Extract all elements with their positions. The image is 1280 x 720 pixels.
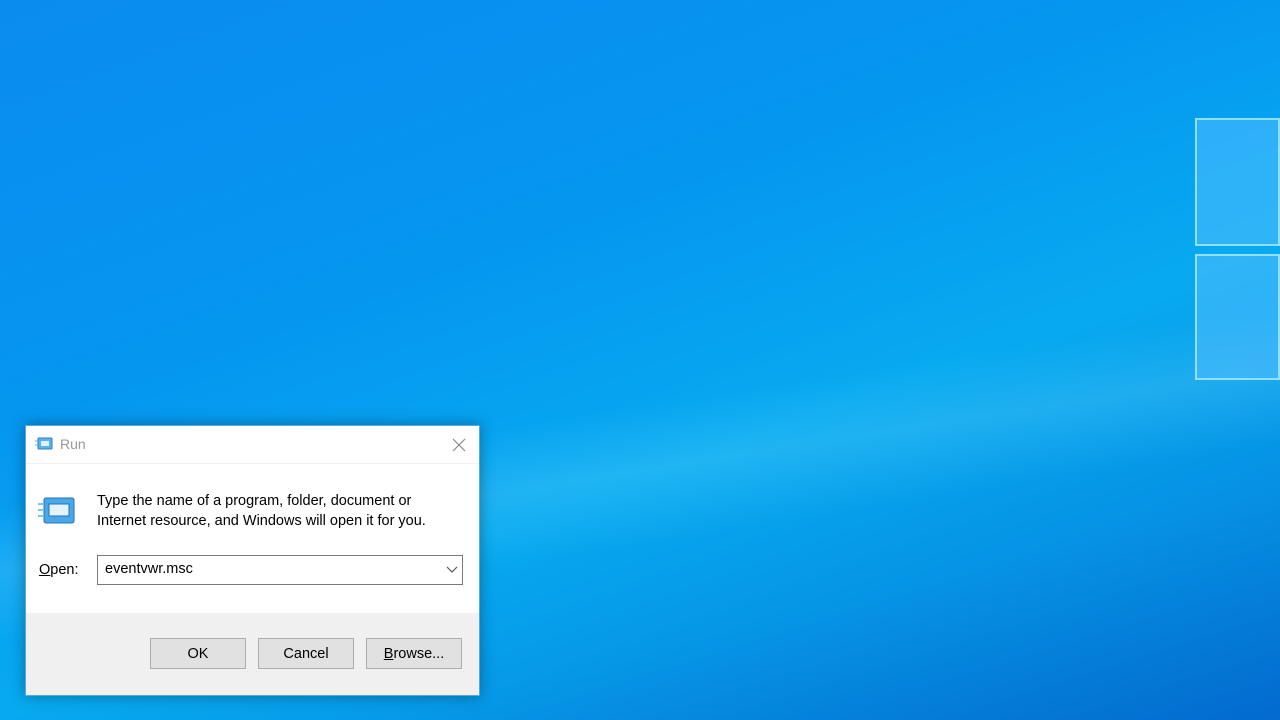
run-dialog: Run Type the name of a program, folder, … — [25, 425, 480, 696]
open-label-accel: O — [39, 562, 51, 578]
browse-accel: B — [383, 645, 394, 662]
open-label: Open: — [39, 562, 79, 578]
run-program-icon — [38, 497, 75, 524]
windows-logo-pane-bottom — [1195, 254, 1280, 380]
ok-button[interactable]: OK — [150, 638, 246, 669]
instructions-text: Type the name of a program, folder, docu… — [97, 491, 426, 531]
instructions-line-1: Type the name of a program, folder, docu… — [97, 493, 412, 509]
browse-label-rest: rowse... — [393, 645, 445, 662]
button-bar: OK Cancel Browse... — [26, 613, 479, 695]
open-combobox[interactable] — [97, 555, 463, 585]
chevron-down-icon[interactable] — [446, 564, 458, 574]
run-icon — [35, 437, 53, 450]
open-label-rest: pen: — [50, 562, 79, 578]
close-icon[interactable] — [449, 435, 469, 455]
cancel-button[interactable]: Cancel — [258, 638, 354, 669]
title-bar[interactable]: Run — [26, 426, 479, 464]
open-input[interactable] — [105, 561, 435, 577]
instructions-line-2: Internet resource, and Windows will open… — [97, 513, 426, 529]
browse-button[interactable]: Browse... — [366, 638, 462, 669]
dialog-title: Run — [60, 436, 86, 452]
windows-logo-pane-top — [1195, 118, 1280, 246]
